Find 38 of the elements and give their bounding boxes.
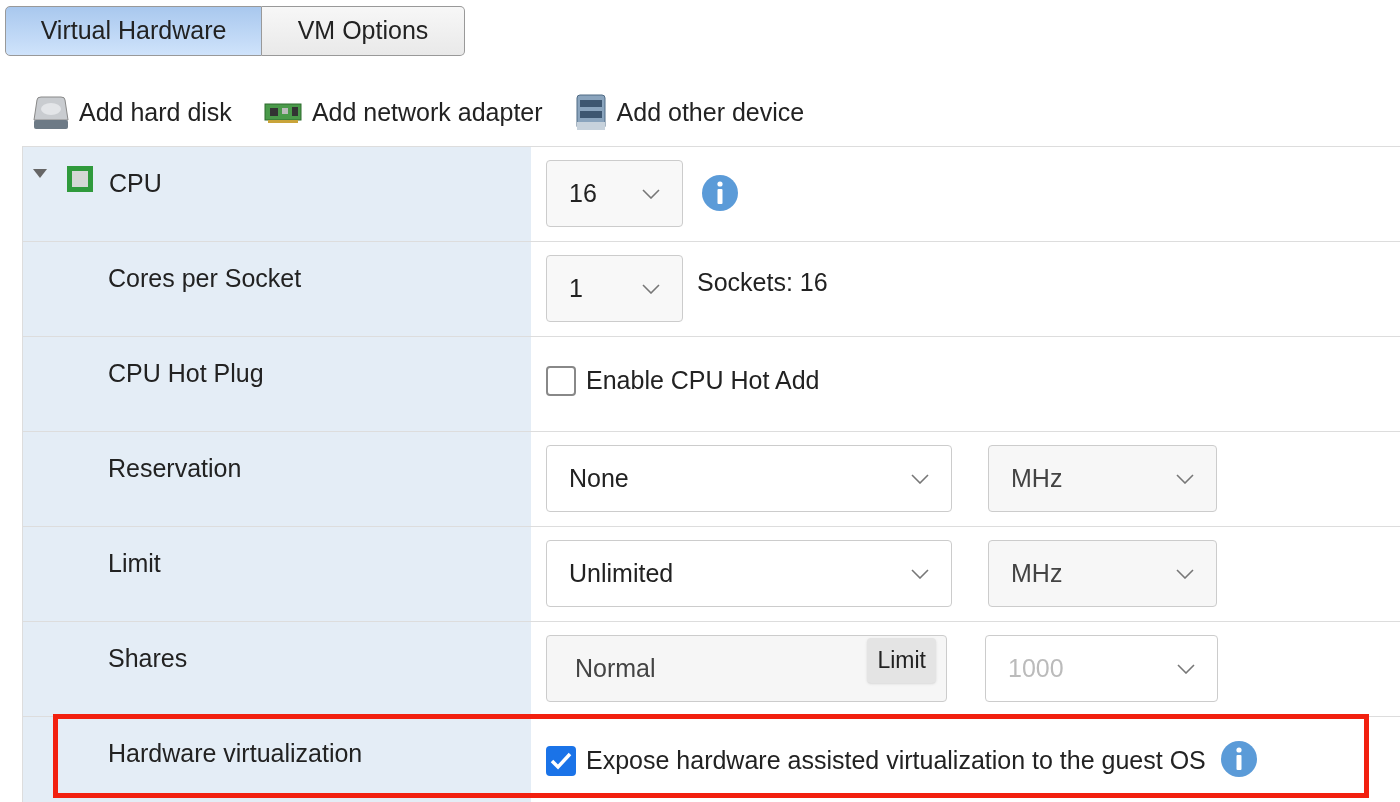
sockets-text: Sockets: 16: [697, 266, 828, 298]
checkbox[interactable]: [546, 365, 576, 396]
checkbox-label: Expose hardware assisted virtualization to the guest OS: [586, 745, 1206, 776]
checkbox[interactable]: [546, 745, 576, 776]
dropdown[interactable]: Unlimited: [546, 540, 952, 607]
chevron-down-icon: [911, 473, 929, 484]
checkbox-label: Enable CPU Hot Add: [586, 365, 820, 396]
chevron-down-icon: [911, 568, 929, 579]
shares-field[interactable]: Normal Limit: [546, 635, 947, 702]
row-label: Hardware virtualization: [108, 738, 363, 769]
row-label: CPU Hot Plug: [108, 358, 264, 389]
dropdown[interactable]: 1: [546, 255, 683, 322]
dropdown[interactable]: 16: [546, 160, 683, 227]
dropdown[interactable]: None: [546, 445, 952, 512]
tooltip: Limit: [867, 638, 936, 683]
network-card-icon: [263, 102, 302, 124]
toolbar-button[interactable]: Add other device: [574, 94, 805, 132]
chevron-down-icon: [1176, 568, 1194, 579]
info-icon[interactable]: [701, 174, 739, 212]
toolbar-button[interactable]: Add network adapter: [263, 94, 543, 132]
toolbar-button[interactable]: Add hard disk: [33, 94, 232, 132]
chevron-down-icon: [642, 283, 660, 294]
unit-dropdown[interactable]: MHz: [988, 445, 1217, 512]
row-label: Reservation: [108, 453, 242, 484]
device-icon: [574, 94, 607, 132]
chevron-down-icon: [1177, 663, 1195, 674]
chip-icon: [66, 165, 94, 193]
row-label: Shares: [108, 643, 188, 674]
tab[interactable]: VM Options: [262, 6, 465, 56]
tab[interactable]: Virtual Hardware: [5, 6, 262, 56]
row-label: Cores per Socket: [108, 263, 302, 294]
unit-dropdown[interactable]: MHz: [988, 540, 1217, 607]
chevron-down-icon: [1176, 473, 1194, 484]
hard-disk-icon: [33, 96, 69, 130]
info-icon[interactable]: [1219, 740, 1258, 778]
row-label: Limit: [108, 548, 161, 579]
row-label: CPU: [109, 168, 162, 199]
chevron-down-icon: [642, 188, 660, 199]
